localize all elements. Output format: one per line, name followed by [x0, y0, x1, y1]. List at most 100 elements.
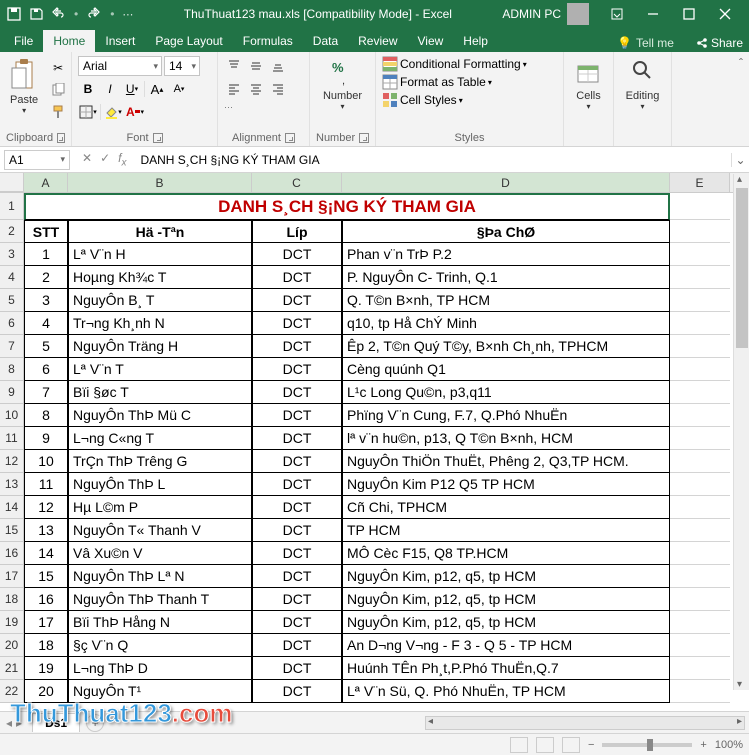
cell[interactable]: 17: [24, 611, 68, 634]
row-header[interactable]: 10: [0, 404, 24, 427]
cell[interactable]: DCT: [252, 312, 342, 335]
cell[interactable]: MÔ Cèc F15, Q8 TP.HCM: [342, 542, 670, 565]
align-left-icon[interactable]: [224, 79, 244, 99]
font-name-select[interactable]: Arial: [78, 56, 162, 76]
align-center-icon[interactable]: [246, 79, 266, 99]
cell[interactable]: [670, 542, 730, 565]
tellme-input[interactable]: [636, 36, 692, 50]
row-header[interactable]: 21: [0, 657, 24, 680]
zoom-slider[interactable]: [602, 743, 692, 747]
row-header[interactable]: 9: [0, 381, 24, 404]
sheet-nav-next-icon[interactable]: ▸: [16, 716, 22, 730]
tab-page-layout[interactable]: Page Layout: [145, 30, 232, 52]
alignment-launcher[interactable]: [285, 133, 295, 143]
align-top-icon[interactable]: [224, 56, 244, 76]
expand-fbar-icon[interactable]: ⌄: [731, 153, 749, 167]
zoom-out-icon[interactable]: −: [588, 739, 594, 751]
row-header[interactable]: 1: [0, 193, 24, 220]
select-all-cell[interactable]: [0, 173, 24, 192]
cell[interactable]: 9: [24, 427, 68, 450]
cell[interactable]: 4: [24, 312, 68, 335]
title-cell[interactable]: DANH S¸CH §¡NG KÝ THAM GIA: [24, 193, 670, 220]
cell[interactable]: Lª V¨n T: [68, 358, 252, 381]
cell[interactable]: Phïng V¨n Cung, F.7, Q.Phó NhuËn: [342, 404, 670, 427]
cell[interactable]: Cèng quúnh Q1: [342, 358, 670, 381]
fx-icon[interactable]: fx: [118, 151, 126, 168]
cells-button[interactable]: Cells ▾: [572, 56, 604, 113]
row-header[interactable]: 13: [0, 473, 24, 496]
cell[interactable]: NguyÔn ThiÖn ThuËt, Ph­êng 2, Q3,TP HCM.: [342, 450, 670, 473]
editing-button[interactable]: Editing ▾: [622, 56, 664, 113]
cell[interactable]: 2: [24, 266, 68, 289]
horizontal-scrollbar[interactable]: [425, 716, 745, 730]
cell[interactable]: DCT: [252, 266, 342, 289]
row-header[interactable]: 14: [0, 496, 24, 519]
close-icon[interactable]: [707, 0, 743, 28]
tab-home[interactable]: Home: [43, 30, 95, 52]
fill-color-button[interactable]: ▾: [103, 102, 123, 122]
cell[interactable]: Bïi ThÞ Hång N: [68, 611, 252, 634]
cell[interactable]: 19: [24, 657, 68, 680]
row-header[interactable]: 5: [0, 289, 24, 312]
cell[interactable]: DCT: [252, 542, 342, 565]
cell[interactable]: DCT: [252, 289, 342, 312]
cell[interactable]: DCT: [252, 358, 342, 381]
cell[interactable]: DCT: [252, 565, 342, 588]
cell[interactable]: NguyÔn ThÞ Mü C: [68, 404, 252, 427]
undo-icon[interactable]: [50, 6, 66, 22]
cell[interactable]: Huúnh TÊn Ph¸t,P.Phó ThuËn,Q.7: [342, 657, 670, 680]
cell[interactable]: NguyÔn Kim, p12, q5, tp HCM: [342, 588, 670, 611]
zoom-level[interactable]: 100%: [715, 739, 743, 751]
cell[interactable]: TrÇn ThÞ Tr­êng G: [68, 450, 252, 473]
cell[interactable]: NguyÔn ThÞ L: [68, 473, 252, 496]
cell[interactable]: §Þa ChØ: [342, 220, 670, 243]
page-break-view-icon[interactable]: [562, 737, 580, 753]
vertical-scrollbar[interactable]: [733, 174, 749, 690]
cell[interactable]: DCT: [252, 519, 342, 542]
cell[interactable]: NguyÔn ThÞ Lª N: [68, 565, 252, 588]
tab-help[interactable]: Help: [453, 30, 498, 52]
font-color-button[interactable]: A▾: [125, 102, 145, 122]
cell[interactable]: DCT: [252, 473, 342, 496]
align-bottom-icon[interactable]: [268, 56, 288, 76]
cell[interactable]: NguyÔn T« Thanh V: [68, 519, 252, 542]
cell[interactable]: DCT: [252, 611, 342, 634]
sheet-nav-prev-icon[interactable]: ◂: [6, 716, 12, 730]
cell[interactable]: 1: [24, 243, 68, 266]
row-header[interactable]: 8: [0, 358, 24, 381]
cell[interactable]: 8: [24, 404, 68, 427]
bold-button[interactable]: B: [78, 79, 98, 99]
cell[interactable]: STT: [24, 220, 68, 243]
maximize-icon[interactable]: [671, 0, 707, 28]
col-header-e[interactable]: E: [670, 173, 730, 192]
cell[interactable]: [670, 588, 730, 611]
share-button[interactable]: Share: [696, 36, 743, 50]
cell[interactable]: Hä -Tªn: [68, 220, 252, 243]
cell[interactable]: Hoµng Kh¾c T: [68, 266, 252, 289]
row-header[interactable]: 12: [0, 450, 24, 473]
cell[interactable]: P. NguyÔn C- Trinh, Q.1: [342, 266, 670, 289]
row-header[interactable]: 6: [0, 312, 24, 335]
align-middle-icon[interactable]: [246, 56, 266, 76]
formula-input[interactable]: DANH S¸CH §¡NG KÝ THAM GIA: [134, 153, 731, 167]
collapse-ribbon-icon[interactable]: ˆ: [733, 52, 749, 146]
number-format-button[interactable]: %, Number ▾: [319, 56, 366, 113]
col-header-c[interactable]: C: [252, 173, 342, 192]
cell[interactable]: An D­¬ng V­¬ng - F 3 - Q 5 - TP HCM: [342, 634, 670, 657]
conditional-formatting-button[interactable]: Conditional Formatting▾: [382, 56, 557, 72]
cell[interactable]: NguyÔn ThÞ Thanh T: [68, 588, 252, 611]
sheet-tab[interactable]: Ds1: [32, 713, 80, 732]
cell[interactable]: [670, 266, 730, 289]
cell[interactable]: lª v¨n hu©n, p13, Q T©n B×nh, HCM: [342, 427, 670, 450]
cell[interactable]: Hµ L©m P: [68, 496, 252, 519]
cell[interactable]: [670, 335, 730, 358]
cell-styles-button[interactable]: Cell Styles▾: [382, 92, 557, 108]
cell[interactable]: [670, 496, 730, 519]
tab-data[interactable]: Data: [303, 30, 348, 52]
cell[interactable]: NguyÔn T¹: [68, 680, 252, 703]
row-header[interactable]: 7: [0, 335, 24, 358]
cell[interactable]: Êp 2, T©n Quý T©y, B×nh Ch¸nh, TPHCM: [342, 335, 670, 358]
row-header[interactable]: 17: [0, 565, 24, 588]
cell[interactable]: NguyÔn Kim P12 Q5 TP HCM: [342, 473, 670, 496]
cell[interactable]: Lª V¨n Sü, Q. Phó NhuËn, TP HCM: [342, 680, 670, 703]
